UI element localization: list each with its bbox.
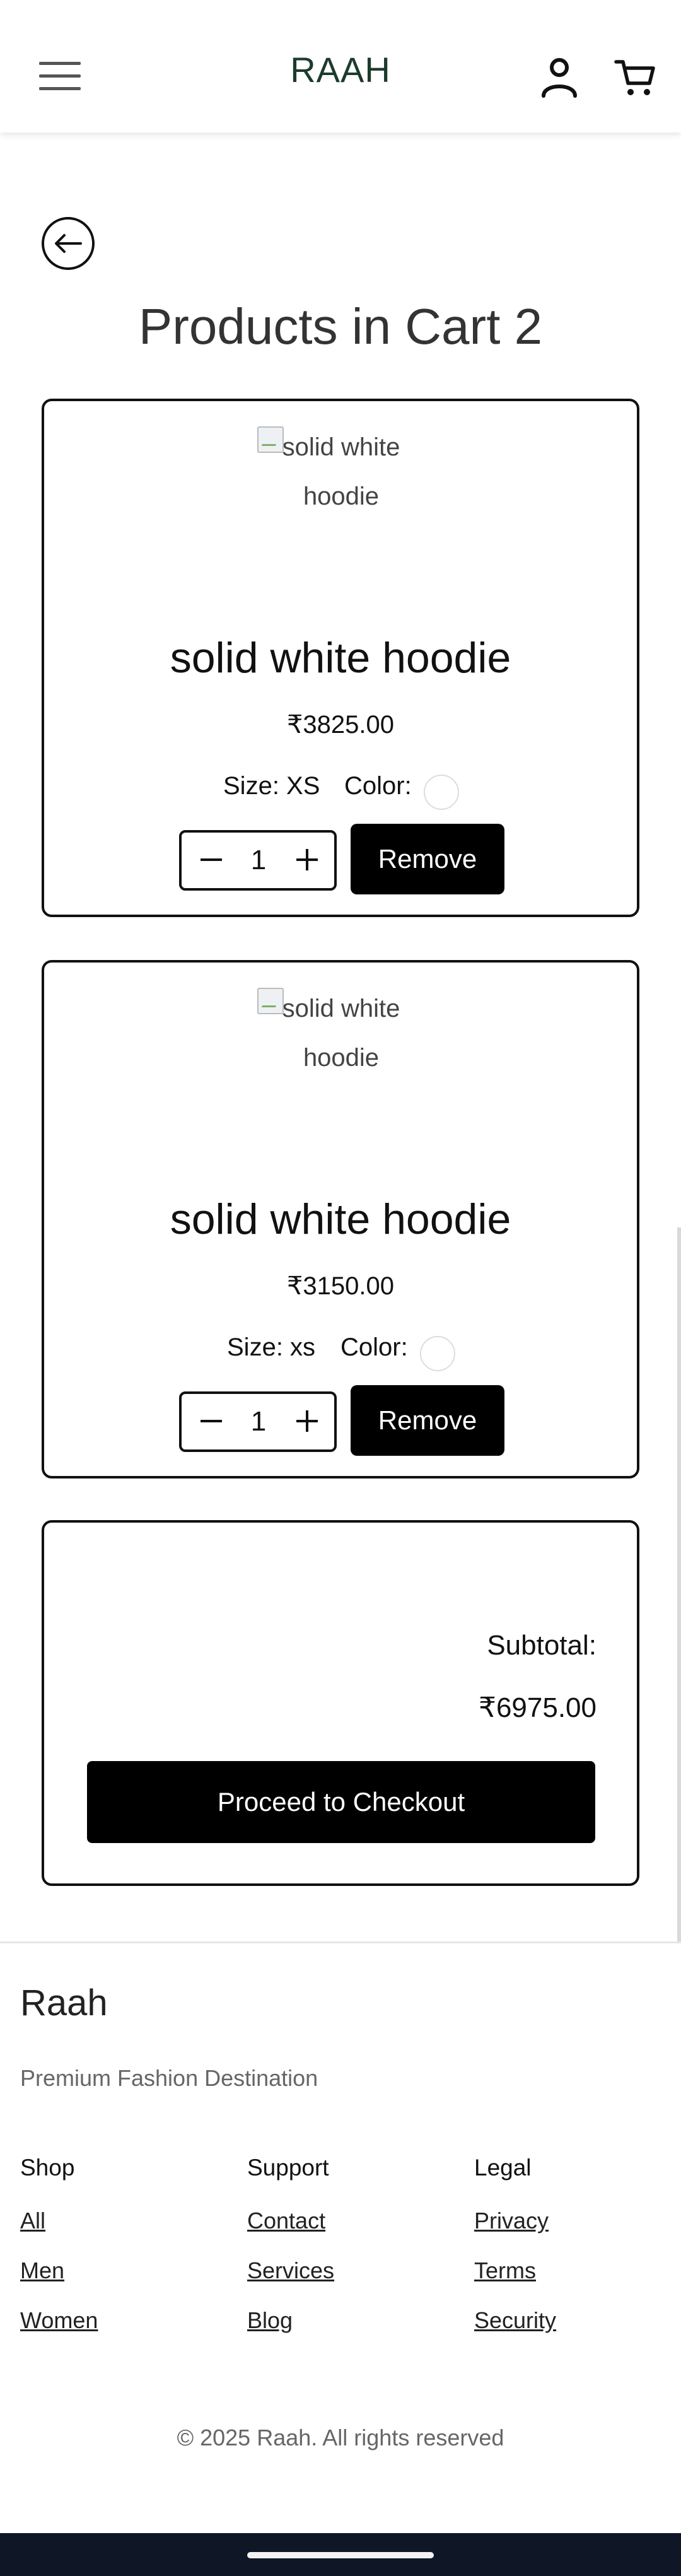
quantity-value: 1 xyxy=(250,845,267,875)
product-image: solid white hoodie xyxy=(256,984,426,1079)
product-image-alt: solid white hoodie xyxy=(282,995,400,1072)
decrease-quantity-button[interactable] xyxy=(188,1394,232,1449)
arrow-left-icon xyxy=(55,234,82,253)
quantity-stepper: 1 xyxy=(179,830,337,891)
footer-column-support: Support Contact Services Blog xyxy=(247,2155,449,2357)
footer-link-terms[interactable]: Terms xyxy=(474,2257,676,2286)
brand-title[interactable]: RAAH xyxy=(0,49,681,90)
footer-divider xyxy=(0,1941,681,1943)
copyright: © 2025 Raah. All rights reserved xyxy=(177,2425,504,2450)
footer-column-shop: Shop All Men Women xyxy=(20,2155,222,2357)
broken-image-icon xyxy=(257,426,284,453)
footer-heading: Support xyxy=(247,2155,329,2181)
footer-link-privacy[interactable]: Privacy xyxy=(474,2208,676,2236)
subtotal-value: ₹6975.00 xyxy=(478,1692,597,1723)
remove-button[interactable]: Remove xyxy=(351,824,504,894)
footer-link-men[interactable]: Men xyxy=(20,2257,222,2286)
product-size: Size: XS xyxy=(223,772,320,800)
product-price: ₹3825.00 xyxy=(286,711,395,739)
product-name: solid white hoodie xyxy=(170,1195,511,1243)
product-color-label: Color: xyxy=(344,772,412,800)
footer-link-all[interactable]: All xyxy=(20,2208,222,2236)
color-swatch xyxy=(424,775,459,810)
footer-link-services[interactable]: Services xyxy=(247,2257,449,2286)
subtotal-label: Subtotal: xyxy=(487,1630,597,1661)
scrollbar-thumb[interactable] xyxy=(677,1227,681,1941)
remove-button[interactable]: Remove xyxy=(351,1385,504,1456)
checkout-button[interactable]: Proceed to Checkout xyxy=(87,1761,595,1843)
broken-image-icon xyxy=(257,988,284,1014)
increase-quantity-button[interactable] xyxy=(284,833,328,888)
footer-heading: Shop xyxy=(20,2155,75,2181)
product-price: ₹3150.00 xyxy=(286,1272,395,1300)
footer-link-contact[interactable]: Contact xyxy=(247,2208,449,2236)
cart-item-card: solid white hoodie solid white hoodie ₹3… xyxy=(42,399,639,917)
footer-tagline: Premium Fashion Destination xyxy=(20,2065,318,2091)
footer-link-blog[interactable]: Blog xyxy=(247,2307,449,2336)
footer-brand: Raah xyxy=(20,1982,108,2023)
product-name: solid white hoodie xyxy=(170,634,511,682)
product-image-alt: solid white hoodie xyxy=(282,433,400,510)
home-gesture-handle[interactable] xyxy=(247,2552,434,2558)
quantity-value: 1 xyxy=(250,1406,267,1437)
footer-heading: Legal xyxy=(474,2155,532,2181)
cart-icon[interactable] xyxy=(614,56,656,98)
cart-item-card: solid white hoodie solid white hoodie ₹3… xyxy=(42,960,639,1478)
top-header: RAAH xyxy=(0,0,681,132)
footer-link-security[interactable]: Security xyxy=(474,2307,676,2336)
system-navigation-bar xyxy=(0,2533,681,2576)
footer-link-women[interactable]: Women xyxy=(20,2307,222,2336)
increase-quantity-button[interactable] xyxy=(284,1394,328,1449)
page: RAAH Products in Cart 2 solid white hood… xyxy=(0,0,681,2576)
product-size: Size: xs xyxy=(227,1333,316,1361)
quantity-stepper: 1 xyxy=(179,1391,337,1452)
product-color-label: Color: xyxy=(340,1333,408,1361)
user-icon[interactable] xyxy=(540,56,579,98)
order-summary-card: Subtotal: ₹6975.00 Proceed to Checkout xyxy=(42,1520,639,1886)
decrease-quantity-button[interactable] xyxy=(188,833,232,888)
color-swatch xyxy=(420,1336,455,1371)
product-image: solid white hoodie xyxy=(256,423,426,517)
footer-column-legal: Legal Privacy Terms Security xyxy=(474,2155,676,2357)
back-button[interactable] xyxy=(42,217,95,270)
page-title: Products in Cart 2 xyxy=(138,298,543,354)
